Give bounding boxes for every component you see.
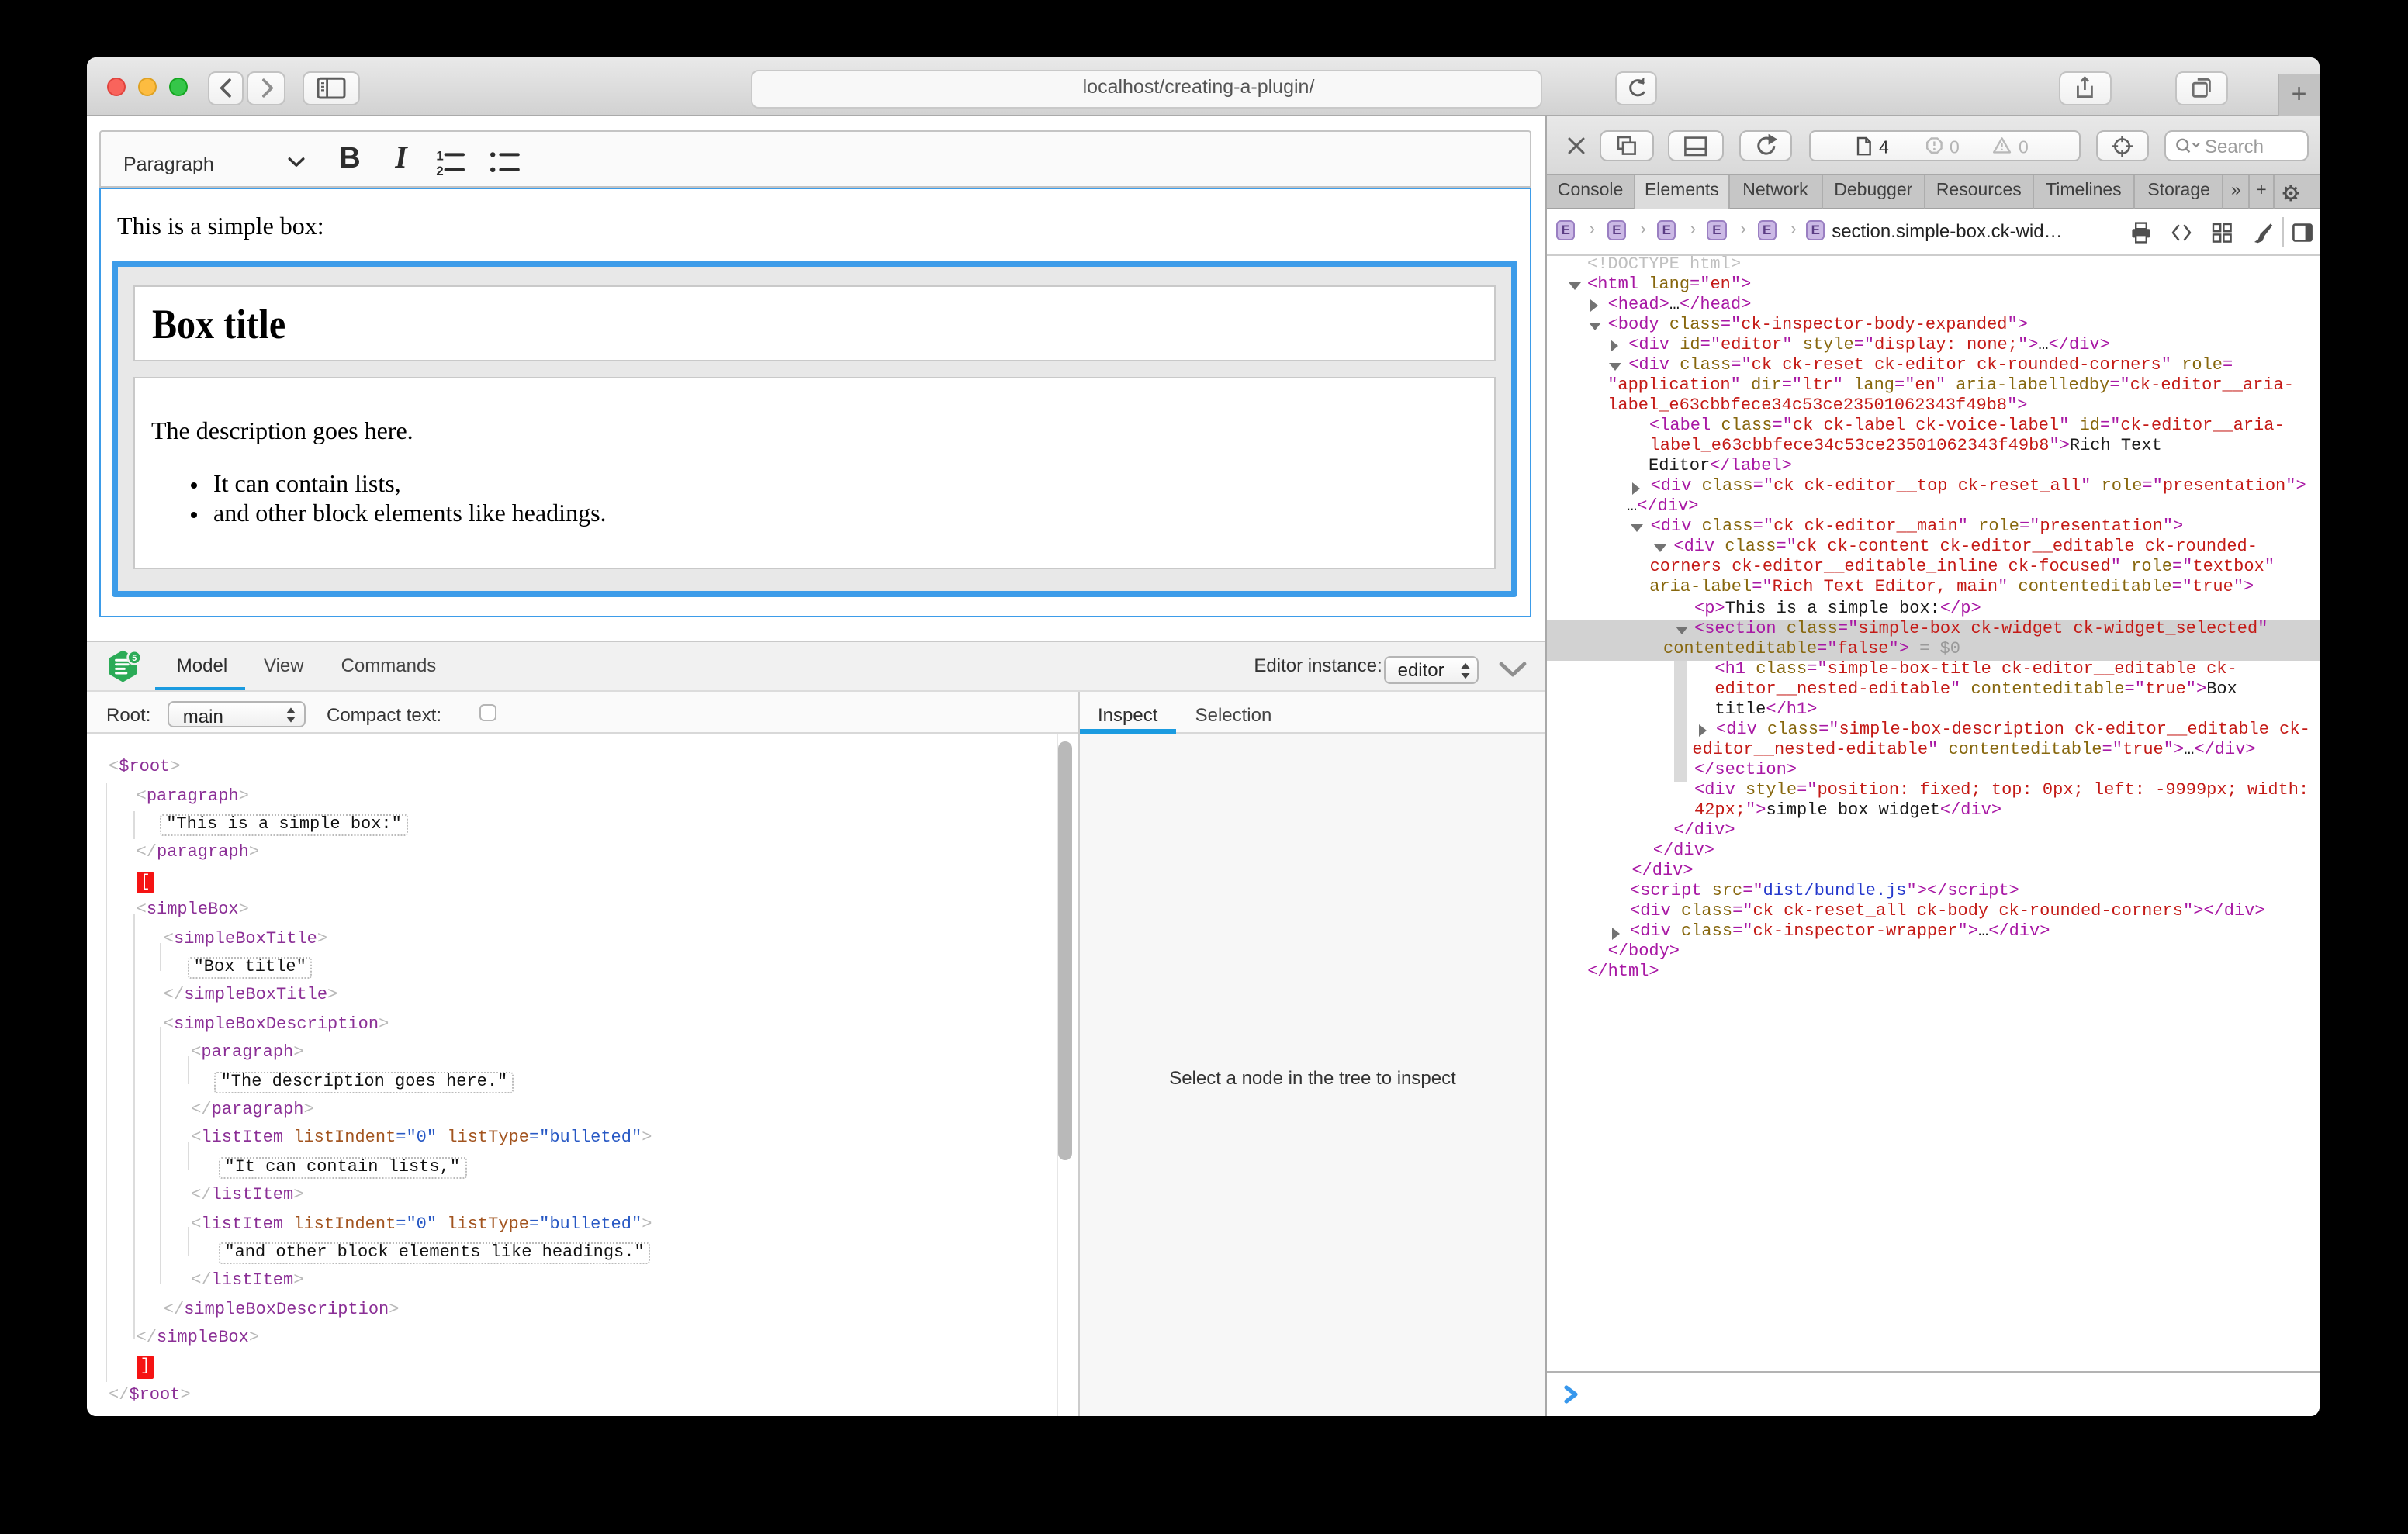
svg-text:2: 2 (435, 163, 442, 178)
svg-text:0: 0 (1950, 136, 1960, 157)
svg-text:1: 1 (435, 148, 442, 163)
svg-text:0: 0 (2019, 136, 2029, 157)
svg-text:Search: Search (2205, 136, 2264, 157)
svg-text:4: 4 (1879, 136, 1889, 157)
svg-text:5: 5 (133, 654, 137, 663)
